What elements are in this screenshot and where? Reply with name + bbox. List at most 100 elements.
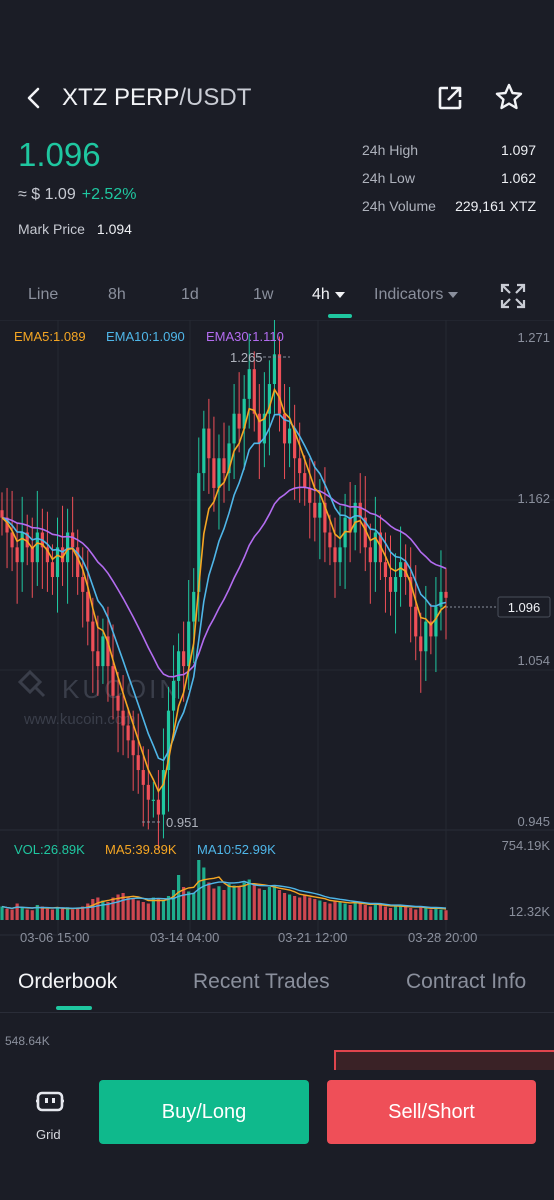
volume-bar <box>0 906 4 920</box>
volume-bar <box>333 900 337 920</box>
active-tab-indicator <box>328 314 352 318</box>
volume-bar <box>227 884 231 920</box>
tab-orderbook[interactable]: Orderbook <box>18 970 117 994</box>
approx-usd-price: ≈ $ 1.09 +2.52% <box>18 186 136 204</box>
volume-bar <box>232 885 236 920</box>
candle-body <box>277 354 282 414</box>
volume-bar <box>202 867 206 920</box>
y-tick-label: 1.054 <box>517 653 550 668</box>
y-tick-label: 0.945 <box>517 814 550 829</box>
trading-pair-title[interactable]: XTZ PERP/USDT <box>62 84 251 112</box>
candle-body <box>388 577 393 592</box>
candle-body <box>328 532 332 548</box>
tab-4h[interactable]: 4h <box>312 286 345 304</box>
grid-bot-icon[interactable] <box>36 1090 64 1114</box>
candle-body <box>111 666 115 696</box>
candle-body <box>338 547 342 563</box>
volume-bar <box>45 908 50 920</box>
volume-bar <box>262 890 266 920</box>
tab-indicators-label: Indicators <box>374 286 444 303</box>
volume-bar <box>358 903 362 920</box>
volume-bar <box>50 909 55 920</box>
price-chart[interactable]: KUCOIN www.kucoin.com EMA5:1.089 EMA10:1… <box>0 320 554 950</box>
volume-bar <box>308 897 312 920</box>
volume-bar <box>182 887 186 920</box>
fullscreen-icon[interactable] <box>500 283 526 309</box>
volume-bar <box>373 903 377 920</box>
depth-axis-label: 548.64K <box>5 1034 50 1048</box>
candle-body <box>0 510 4 518</box>
ema30-line <box>1 486 447 678</box>
volume-bar <box>25 909 29 920</box>
candle-body <box>136 755 140 771</box>
volume-bar <box>298 897 302 920</box>
candle-body <box>30 547 34 563</box>
volume-bar <box>141 902 145 920</box>
candle-body <box>171 680 176 711</box>
candle-body <box>116 695 120 711</box>
volume-bar <box>348 905 352 920</box>
tab-contract-info[interactable]: Contract Info <box>406 970 526 994</box>
volume-bar <box>398 905 403 920</box>
tab-8h[interactable]: 8h <box>108 286 126 304</box>
volume-bar <box>146 903 150 920</box>
candle-body <box>303 473 307 488</box>
volume-bar <box>15 903 19 920</box>
volume-bar <box>287 894 292 920</box>
volume-bar <box>101 900 105 920</box>
volume-bar <box>10 909 14 920</box>
ema30-label: EMA30:1.110 <box>206 329 284 344</box>
favorite-star-icon[interactable] <box>494 82 524 112</box>
volume-tick-label: 12.32K <box>509 904 551 919</box>
active-bottom-tab-indicator <box>56 1006 92 1010</box>
volume-ma5-label: MA5:39.89K <box>105 842 177 857</box>
candle-body <box>55 547 60 578</box>
tab-line[interactable]: Line <box>28 286 58 304</box>
volume-ma10-label: MA10:52.99K <box>197 842 276 857</box>
volume-bar <box>217 886 221 920</box>
volume-bar <box>313 899 317 920</box>
24h-low-label: 24h Low <box>362 170 415 186</box>
ema10-label: EMA10:1.090 <box>106 329 185 344</box>
candle-body <box>212 458 216 488</box>
candle-body <box>156 799 161 815</box>
buy-long-button[interactable]: Buy/Long <box>99 1080 309 1144</box>
grid-label[interactable]: Grid <box>36 1127 61 1142</box>
volume-bar <box>368 906 372 920</box>
approx-usd-value: ≈ $ 1.09 <box>18 186 76 203</box>
24h-low-value: 1.062 <box>500 170 536 186</box>
mark-price-label: Mark Price <box>18 221 85 237</box>
candle-body <box>424 621 428 652</box>
back-arrow-icon[interactable] <box>22 86 46 110</box>
volume-bar <box>419 906 423 920</box>
y-tick-label: 1.271 <box>517 330 550 345</box>
candle-body <box>368 547 372 563</box>
share-icon[interactable] <box>436 84 464 112</box>
candle-body <box>91 621 95 652</box>
volume-bar <box>393 906 398 920</box>
volume-bar <box>136 900 140 920</box>
tab-1w[interactable]: 1w <box>253 286 273 304</box>
candle-body <box>96 651 100 667</box>
x-tick-label: 03-06 15:00 <box>20 930 89 945</box>
sell-short-button[interactable]: Sell/Short <box>327 1080 536 1144</box>
pair-base: XTZ PERP <box>62 84 180 111</box>
tab-indicators[interactable]: Indicators <box>374 286 459 304</box>
volume-bar <box>212 888 216 920</box>
chart-watermark: KUCOIN www.kucoin.com <box>17 669 178 728</box>
candle-body <box>35 532 39 563</box>
volume-bar <box>187 891 191 920</box>
candle-body <box>20 532 24 563</box>
volume-bar <box>414 909 418 920</box>
tabs-divider <box>0 1012 554 1013</box>
candle-body <box>308 487 312 503</box>
volume-bar <box>192 893 196 920</box>
volume-bar <box>272 885 277 920</box>
candles-layer <box>0 320 448 851</box>
volume-bar <box>424 908 428 920</box>
x-tick-label: 03-21 12:00 <box>278 930 347 945</box>
candle-body <box>192 591 196 622</box>
tab-recent-trades[interactable]: Recent Trades <box>193 970 330 994</box>
candle-body <box>318 502 322 518</box>
tab-1d[interactable]: 1d <box>181 286 199 304</box>
